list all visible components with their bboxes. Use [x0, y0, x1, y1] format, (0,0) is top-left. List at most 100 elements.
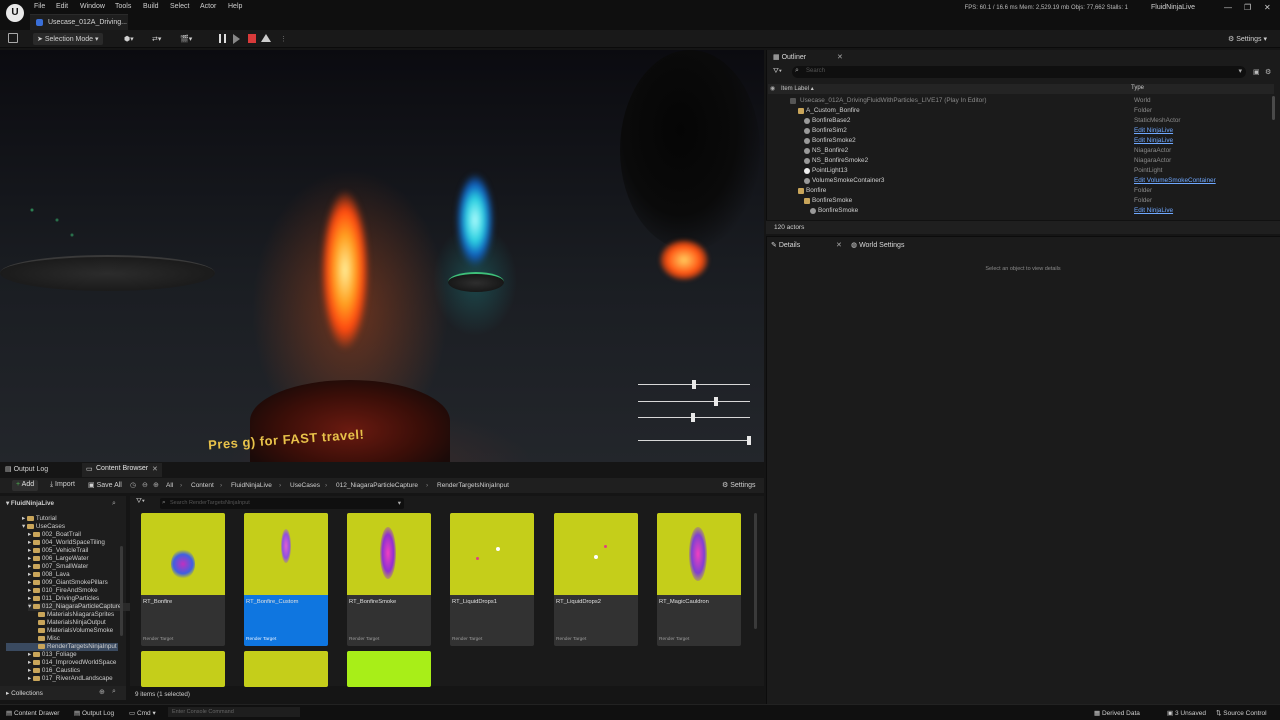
back-icon[interactable]: ⊖	[142, 481, 148, 489]
tree-item[interactable]: ▸ Tutorial	[22, 515, 146, 523]
tree-item[interactable]: ▾ UseCases	[22, 523, 146, 531]
close-tab-icon[interactable]: ✕	[836, 241, 842, 249]
source-control-button[interactable]: ⇅ Source Control	[1216, 709, 1267, 717]
play-icon[interactable]	[233, 34, 240, 44]
outliner-tab[interactable]: ▦ Outliner	[773, 53, 806, 65]
column-item-label[interactable]: Item Label ▴	[781, 85, 814, 92]
outliner-row[interactable]: Usecase_012A_DrivingFluidWithParticles_L…	[768, 96, 1268, 106]
menu-select[interactable]: Select	[170, 3, 189, 10]
cinematics-icon[interactable]: 🎬▾	[176, 33, 196, 45]
breadcrumb-item[interactable]: RenderTargetsNinjaInput	[437, 482, 509, 489]
add-folder-icon[interactable]: ▣	[1253, 68, 1260, 76]
filter-icon[interactable]: ⛛▾	[136, 498, 145, 506]
options-icon[interactable]: ⋮	[276, 33, 291, 45]
outliner-row[interactable]: NS_BonfireSmoke2 NiagaraActor	[768, 156, 1268, 166]
outliner-row[interactable]: BonfireSmoke Edit NinjaLive	[768, 206, 1268, 216]
menu-help[interactable]: Help	[228, 3, 242, 10]
outliner-row[interactable]: BonfireSmoke2 Edit NinjaLive	[768, 136, 1268, 146]
outliner-row[interactable]: PointLight13 PointLight	[768, 166, 1268, 176]
outliner-row[interactable]: A_Custom_Bonfire Folder	[768, 106, 1268, 116]
output-log-tab[interactable]: ▤ Output Log	[5, 465, 48, 473]
selection-mode-dropdown[interactable]: ➤ Selection Mode ▾	[33, 33, 103, 45]
search-icon[interactable]: ⌕	[112, 688, 116, 696]
menu-window[interactable]: Window	[80, 3, 105, 10]
slider-handle[interactable]	[747, 436, 751, 445]
asset-tile-selected[interactable]: RT_Bonfire_Custom Render Target	[244, 513, 328, 646]
import-button[interactable]: ⤓ Import	[50, 481, 75, 489]
outliner-row[interactable]: BonfireBase2 StaticMeshActor	[768, 116, 1268, 126]
close-tab-icon[interactable]: ✕	[152, 465, 158, 473]
eject-icon[interactable]	[261, 34, 271, 42]
filter-icon[interactable]: ⛛▾	[773, 68, 782, 76]
cmd-dropdown[interactable]: ▭ Cmd ▾	[129, 709, 156, 717]
save-icon[interactable]	[8, 33, 18, 43]
eye-icon[interactable]: ◉	[770, 85, 775, 92]
level-tab[interactable]: Usecase_012A_Driving...	[30, 14, 128, 30]
asset-tile[interactable]: RT_BonfireSmoke Render Target	[347, 513, 431, 646]
tree-scrollbar[interactable]	[120, 546, 123, 636]
level-viewport[interactable]: Pres g) for FAST travel!	[0, 50, 764, 462]
asset-tile[interactable]: RT_LiquidDrops1 Render Target	[450, 513, 534, 646]
asset-search-input[interactable]: ⌕ Search RenderTargetsNinjaInput ▾	[160, 498, 404, 509]
collections-header[interactable]: ▸ Collections ⊕ ⌕	[0, 686, 126, 700]
breadcrumb-item[interactable]: FluidNinjaLive	[231, 482, 272, 489]
pause-icon[interactable]	[219, 34, 226, 43]
outliner-row[interactable]: Bonfire Folder	[768, 186, 1268, 196]
outliner-row[interactable]: BonfireSmoke Folder	[768, 196, 1268, 206]
history-back-icon[interactable]: ◷	[130, 481, 136, 489]
outliner-row-type-link[interactable]: Edit NinjaLive	[1134, 137, 1173, 144]
add-collection-icon[interactable]: ⊕	[99, 688, 105, 696]
search-icon[interactable]: ⌕	[112, 500, 116, 508]
collections-toggle[interactable]: ▸ Collections	[6, 689, 43, 697]
outliner-row[interactable]: NS_Bonfire2 NiagaraActor	[768, 146, 1268, 156]
outliner-row-type-link[interactable]: Edit NinjaLive	[1134, 127, 1173, 134]
forward-icon[interactable]: ⊕	[153, 481, 159, 489]
derived-data-button[interactable]: ▦ Derived Data	[1094, 709, 1140, 717]
chevron-down-icon[interactable]: ▾	[398, 499, 401, 507]
slider-handle[interactable]	[714, 397, 718, 406]
close-tab-icon[interactable]: ✕	[837, 53, 843, 61]
content-drawer-button[interactable]: ▤ Content Drawer	[6, 709, 59, 717]
content-browser-tab[interactable]: ▭ Content Browser ✕	[82, 463, 162, 477]
asset-tile[interactable]: RT_LiquidDrops2 Render Target	[554, 513, 638, 646]
console-command-input[interactable]: Enter Console Command	[168, 707, 300, 717]
add-actor-icon[interactable]: ⬢▾	[120, 33, 138, 45]
stop-icon[interactable]	[248, 34, 256, 43]
outliner-row-type-link[interactable]: Edit NinjaLive	[1134, 207, 1173, 214]
breadcrumb-item[interactable]: Content	[191, 482, 214, 489]
world-settings-tab[interactable]: ◍ World Settings	[851, 241, 904, 253]
blueprint-icon[interactable]: ⇄▾	[148, 33, 165, 45]
menu-actor[interactable]: Actor	[200, 3, 216, 10]
outliner-row-type-link[interactable]: Edit VolumeSmokeContainer	[1134, 177, 1216, 184]
asset-tile[interactable]	[347, 651, 431, 687]
column-type[interactable]: Type	[1131, 85, 1144, 91]
slider-track[interactable]	[638, 440, 750, 441]
close-icon[interactable]: ✕	[1264, 3, 1271, 12]
asset-tile[interactable]	[141, 651, 225, 687]
outliner-row[interactable]: VolumeSmokeContainer3 Edit VolumeSmokeCo…	[768, 176, 1268, 186]
asset-grid-scrollbar[interactable]	[754, 513, 757, 629]
add-button[interactable]: + Add	[12, 480, 39, 491]
outliner-search-input[interactable]: ⌕ Search ▾	[792, 66, 1246, 78]
menu-file[interactable]: File	[34, 3, 45, 10]
slider-track[interactable]	[638, 401, 750, 402]
slider-handle[interactable]	[691, 413, 695, 422]
settings-button[interactable]: ⚙ Settings ▾	[1224, 33, 1271, 45]
unsaved-button[interactable]: ▣ 3 Unsaved	[1167, 709, 1206, 717]
menu-tools[interactable]: Tools	[115, 3, 131, 10]
outliner-row[interactable]: BonfireSim2 Edit NinjaLive	[768, 126, 1268, 136]
menu-build[interactable]: Build	[143, 3, 159, 10]
chevron-down-icon[interactable]: ▾	[1238, 67, 1242, 75]
content-settings-button[interactable]: ⚙ Settings	[722, 481, 756, 489]
gear-icon[interactable]: ⚙	[1265, 68, 1271, 76]
asset-tile[interactable]: RT_MagicCauldron Render Target	[657, 513, 741, 646]
maximize-icon[interactable]: ❐	[1244, 3, 1251, 12]
tree-item-selected[interactable]: RenderTargetsNinjaInput	[6, 643, 118, 651]
menu-edit[interactable]: Edit	[56, 3, 68, 10]
details-tab[interactable]: ✎ Details	[771, 241, 800, 253]
breadcrumb-item[interactable]: UseCases	[290, 482, 320, 489]
output-log-button[interactable]: ▤ Output Log	[74, 709, 114, 717]
breadcrumb-item[interactable]: All	[166, 482, 173, 489]
asset-tile[interactable]	[244, 651, 328, 687]
minimize-icon[interactable]: —	[1224, 3, 1232, 12]
